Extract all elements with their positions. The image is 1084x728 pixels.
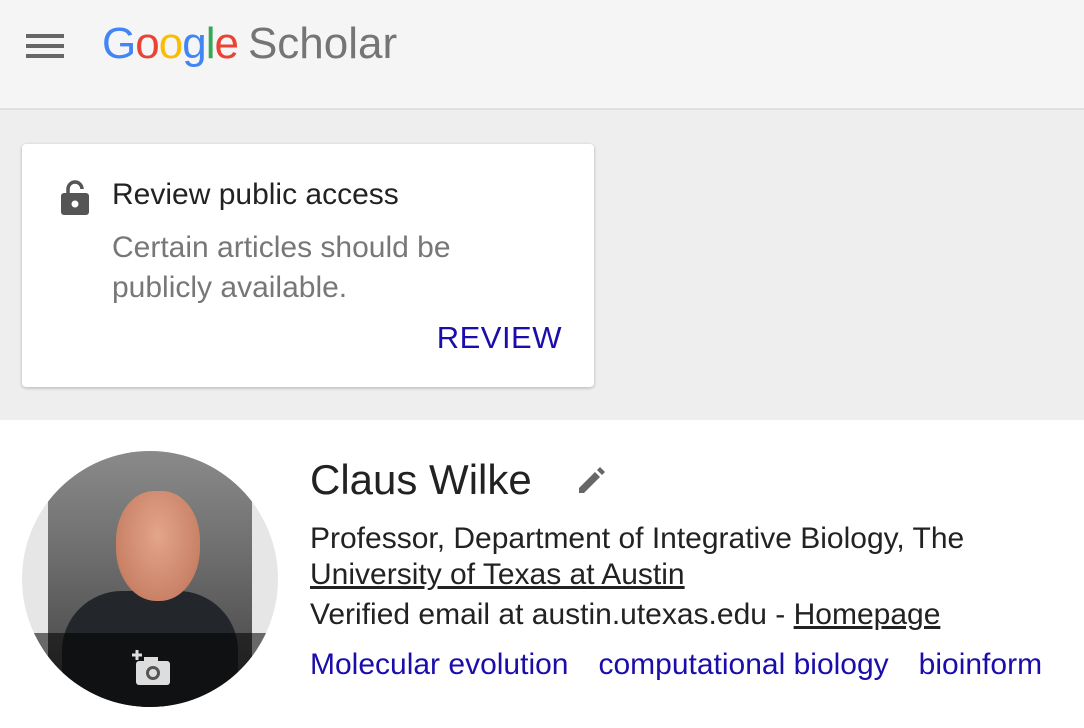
verified-email: Verified email at austin.utexas.edu - Ho… bbox=[310, 598, 941, 631]
interest-link[interactable]: bioinform bbox=[919, 648, 1042, 681]
profile-section: Claus Wilke Professor, Department of Int… bbox=[0, 420, 1084, 728]
affiliation-link[interactable]: University of Texas at Austin bbox=[310, 558, 685, 591]
hamburger-menu-icon[interactable] bbox=[26, 34, 64, 58]
top-bar: Google Scholar bbox=[0, 0, 1084, 110]
affiliation: Professor, Department of Integrative Bio… bbox=[310, 522, 965, 591]
avatar[interactable] bbox=[22, 451, 278, 707]
google-scholar-logo[interactable]: Google Scholar bbox=[102, 16, 397, 72]
add-photo-icon[interactable] bbox=[130, 647, 172, 689]
card-title: Review public access bbox=[112, 178, 399, 211]
homepage-link[interactable]: Homepage bbox=[794, 598, 941, 631]
logo-product-name: Scholar bbox=[247, 19, 398, 68]
interest-link[interactable]: computational biology bbox=[598, 648, 888, 681]
profile-name: Claus Wilke bbox=[310, 456, 532, 503]
card-description: Certain articles should be publicly avai… bbox=[112, 231, 451, 304]
review-button[interactable]: REVIEW bbox=[437, 320, 562, 356]
lock-icon bbox=[61, 180, 89, 215]
interest-link[interactable]: Molecular evolution bbox=[310, 648, 568, 681]
pencil-icon[interactable] bbox=[576, 466, 606, 496]
public-access-card: Review public access Certain articles sh… bbox=[22, 144, 594, 387]
research-interests: Molecular evolution computational biology… bbox=[310, 648, 1072, 682]
